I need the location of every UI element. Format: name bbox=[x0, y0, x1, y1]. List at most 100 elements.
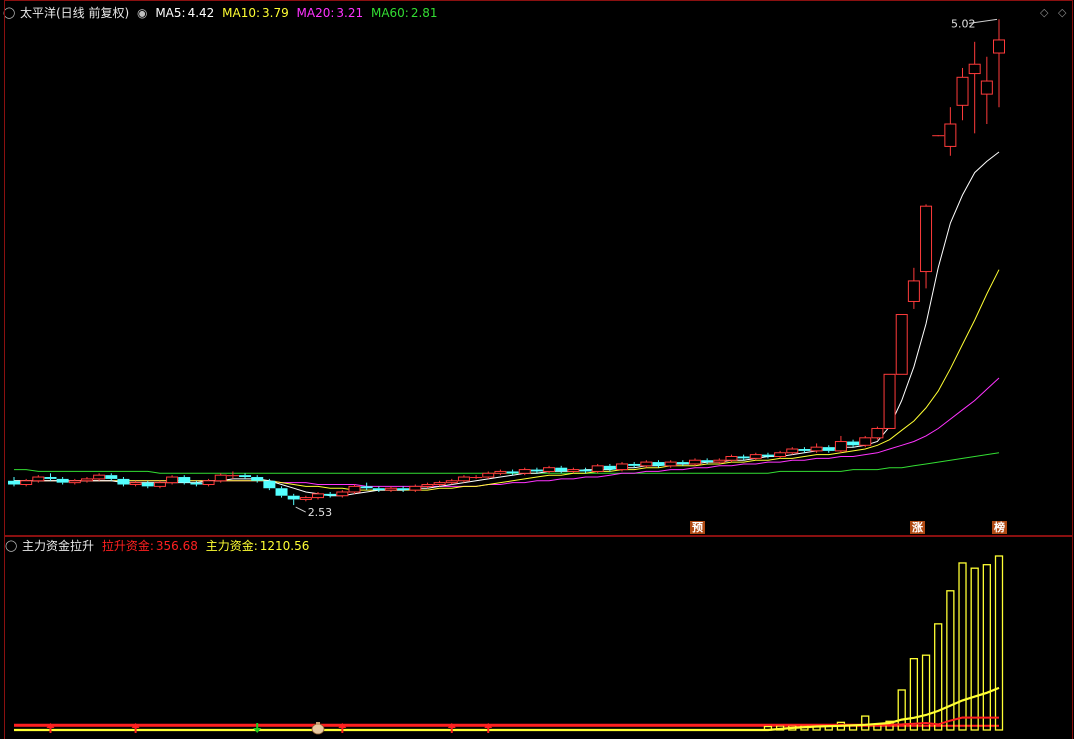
main-fund-bar bbox=[934, 623, 943, 731]
candle bbox=[944, 107, 957, 156]
candle-body bbox=[506, 471, 519, 474]
candle bbox=[482, 471, 495, 479]
candle-body bbox=[20, 480, 33, 486]
candle bbox=[409, 484, 422, 492]
candle-body bbox=[421, 484, 434, 487]
candle-body bbox=[616, 463, 629, 471]
candle bbox=[920, 204, 933, 289]
candle-body bbox=[494, 470, 507, 474]
candle bbox=[141, 480, 154, 489]
candle bbox=[810, 443, 823, 453]
main-fund-bar bbox=[946, 590, 955, 731]
candle-body bbox=[68, 480, 81, 484]
candle-body bbox=[628, 463, 641, 466]
candle-body bbox=[251, 477, 264, 481]
candle bbox=[287, 493, 300, 506]
candle bbox=[384, 486, 397, 492]
candle bbox=[616, 462, 629, 472]
candle bbox=[178, 475, 191, 485]
candle bbox=[214, 473, 227, 483]
candle-body bbox=[603, 465, 616, 470]
candle-body bbox=[956, 76, 969, 106]
candle bbox=[166, 475, 179, 485]
main-fund-bar bbox=[909, 658, 919, 731]
candle bbox=[348, 484, 361, 494]
arrow-shaft bbox=[256, 723, 259, 728]
candle-body bbox=[312, 493, 325, 499]
candle bbox=[883, 373, 896, 429]
low-price-label: 2.53 bbox=[308, 506, 333, 519]
arrow-shaft bbox=[134, 728, 137, 733]
candle-body bbox=[80, 478, 93, 482]
candle-body bbox=[798, 449, 811, 451]
candle bbox=[676, 460, 689, 466]
candle bbox=[299, 495, 312, 502]
main-fund-bar bbox=[982, 564, 991, 731]
candle bbox=[895, 314, 908, 375]
fund-panel bbox=[14, 555, 1004, 735]
candle-body bbox=[275, 488, 288, 496]
candle-body bbox=[664, 461, 677, 467]
candle-body bbox=[761, 454, 774, 457]
candle-body bbox=[543, 467, 556, 472]
candle-body bbox=[117, 478, 130, 485]
candle-body bbox=[834, 441, 847, 452]
arrow-shaft bbox=[49, 728, 52, 733]
candle bbox=[117, 477, 130, 487]
candle bbox=[494, 469, 507, 476]
chart-canvas[interactable]: 5.02 2.53 bbox=[0, 0, 1074, 739]
candle-body bbox=[457, 476, 470, 482]
candle bbox=[567, 467, 580, 474]
candle-body bbox=[883, 373, 896, 429]
candle-body bbox=[93, 474, 106, 480]
candle-body bbox=[445, 480, 458, 484]
candle bbox=[397, 486, 410, 492]
candle bbox=[834, 435, 847, 453]
candle-body bbox=[166, 476, 179, 484]
candle-body bbox=[384, 487, 397, 491]
candle bbox=[786, 447, 799, 455]
money-bag-neck bbox=[316, 722, 321, 725]
candle-body bbox=[749, 454, 762, 459]
candle-body bbox=[640, 461, 653, 467]
candle bbox=[907, 267, 920, 309]
candle-body bbox=[105, 475, 118, 479]
candle-body bbox=[920, 205, 933, 273]
candle-body bbox=[701, 460, 714, 463]
candle-body bbox=[482, 472, 495, 478]
candle-body bbox=[214, 474, 227, 482]
low-pointer bbox=[295, 506, 306, 513]
candle bbox=[20, 478, 33, 487]
candle-body bbox=[895, 314, 908, 375]
candle bbox=[8, 477, 20, 487]
candle-body bbox=[847, 441, 860, 446]
main-fund-bar bbox=[970, 567, 979, 731]
candle bbox=[44, 473, 57, 481]
candle bbox=[251, 475, 264, 483]
candle bbox=[129, 480, 142, 487]
candle bbox=[56, 477, 69, 485]
candle-body bbox=[652, 462, 665, 466]
candle-body bbox=[360, 486, 373, 489]
candle-body bbox=[324, 493, 337, 496]
candle-body bbox=[980, 80, 993, 95]
candle-body bbox=[737, 456, 750, 459]
candle bbox=[324, 491, 337, 498]
candle-body bbox=[433, 482, 446, 486]
main-fund-bar bbox=[994, 555, 1004, 731]
candle bbox=[275, 486, 288, 498]
candle bbox=[153, 480, 166, 489]
candle-body bbox=[822, 447, 835, 451]
candle-body bbox=[299, 497, 312, 500]
candle bbox=[457, 475, 470, 483]
candle-body bbox=[239, 475, 252, 478]
main-fund-bar bbox=[921, 654, 931, 731]
candle-body bbox=[190, 482, 203, 485]
candle-body bbox=[141, 482, 154, 487]
candle-body bbox=[555, 467, 568, 472]
candle-body bbox=[993, 39, 1005, 54]
candlesticks bbox=[8, 19, 1005, 506]
candle bbox=[336, 490, 349, 498]
main-fund-line bbox=[14, 686, 1000, 732]
candle-body bbox=[579, 469, 592, 472]
